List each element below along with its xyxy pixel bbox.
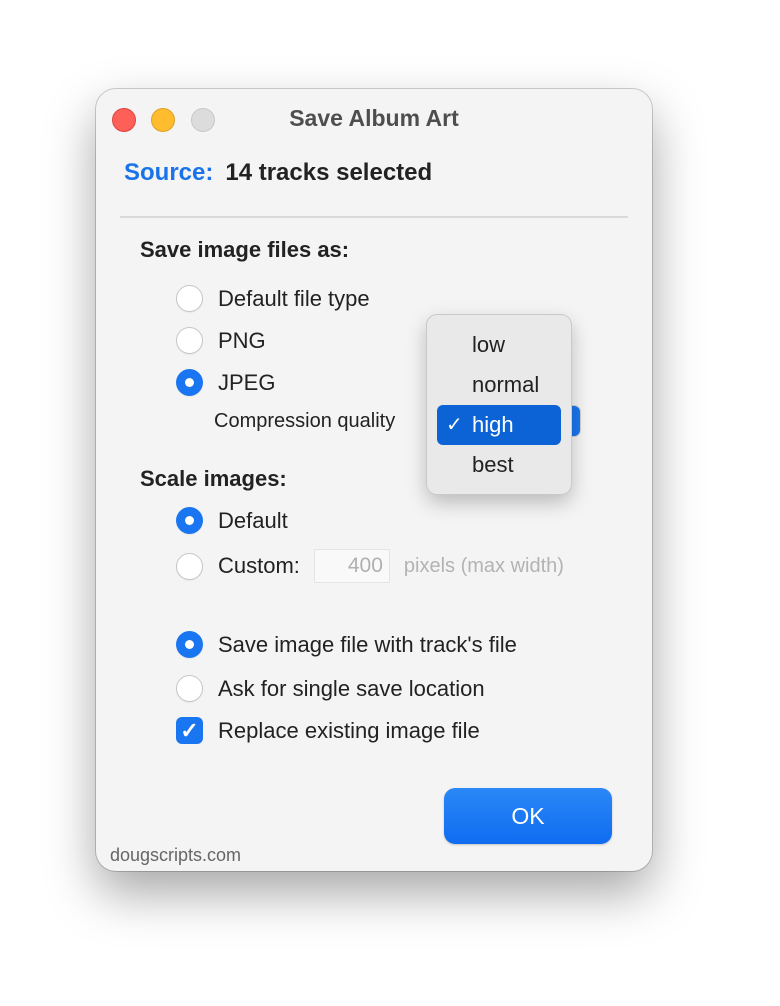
radio-scale-default[interactable]: Default: [176, 507, 288, 534]
radio-jpeg[interactable]: JPEG: [176, 369, 275, 396]
window-title: Save Album Art: [289, 105, 459, 131]
checkmark-icon[interactable]: ✓: [176, 717, 203, 744]
divider: [120, 216, 628, 218]
ok-button[interactable]: OK: [444, 788, 612, 844]
menu-item-label: normal: [472, 372, 540, 397]
radio-button[interactable]: [176, 675, 203, 702]
source-label: Source:: [124, 159, 214, 186]
checkbox-label: Replace existing image file: [218, 717, 480, 743]
radio-label: Save image file with track's file: [218, 631, 517, 657]
menu-item-low[interactable]: low: [437, 325, 561, 365]
menu-item-normal[interactable]: normal: [437, 365, 561, 405]
radio-png[interactable]: PNG: [176, 327, 266, 354]
radio-label: Custom:: [218, 553, 300, 578]
radio-button-selected[interactable]: [176, 369, 203, 396]
source-value: 14 tracks selected: [225, 159, 433, 186]
radio-label: PNG: [218, 327, 266, 353]
scale-heading: Scale images:: [140, 466, 287, 491]
checkbox-replace-existing[interactable]: ✓ Replace existing image file: [176, 717, 480, 744]
radio-button-selected[interactable]: [176, 631, 203, 658]
radio-button-selected[interactable]: [176, 507, 203, 534]
custom-width-suffix: pixels (max width): [403, 554, 564, 577]
menu-item-label: low: [472, 332, 506, 357]
menu-item-label: best: [472, 452, 514, 477]
radio-button[interactable]: [176, 552, 203, 580]
radio-label: Ask for single save location: [218, 675, 485, 701]
radio-button[interactable]: [176, 285, 203, 312]
menu-item-high[interactable]: ✓ high: [437, 405, 561, 445]
radio-save-with-track[interactable]: Save image file with track's file: [176, 631, 517, 658]
file-type-heading: Save image files as:: [140, 237, 350, 262]
source-line: Source: 14 tracks selected: [124, 159, 432, 187]
footer-credit: dougscripts.com: [110, 845, 242, 865]
radio-single-location[interactable]: Ask for single save location: [176, 675, 485, 702]
radio-label: Default: [218, 507, 288, 533]
radio-button[interactable]: [176, 327, 203, 354]
checkmark-icon: ✓: [446, 414, 463, 436]
menu-item-best[interactable]: best: [437, 445, 561, 485]
radio-label: Default file type: [218, 285, 370, 311]
menu-item-label: high: [472, 412, 514, 437]
compression-quality-menu: low normal ✓ high best: [427, 315, 571, 494]
radio-default-file-type[interactable]: Default file type: [176, 285, 370, 312]
radio-label: JPEG: [218, 369, 276, 395]
compression-quality-label: Compression quality: [214, 410, 396, 432]
radio-scale-custom[interactable]: Custom: 400 pixels (max width): [176, 549, 564, 583]
custom-width-input[interactable]: 400: [313, 549, 390, 583]
